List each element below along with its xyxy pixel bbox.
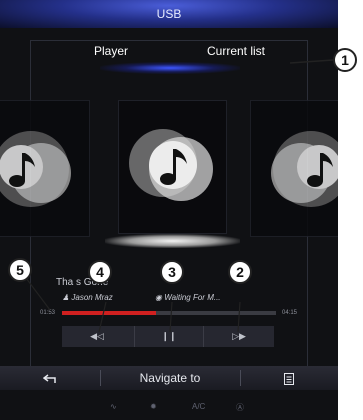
callout-2: 2 (228, 260, 252, 284)
callout-1: 1 (333, 48, 357, 72)
callout-4: 4 (88, 260, 112, 284)
callout-3: 3 (160, 260, 184, 284)
callout-5: 5 (8, 258, 32, 282)
callout-lines (25, 59, 334, 333)
